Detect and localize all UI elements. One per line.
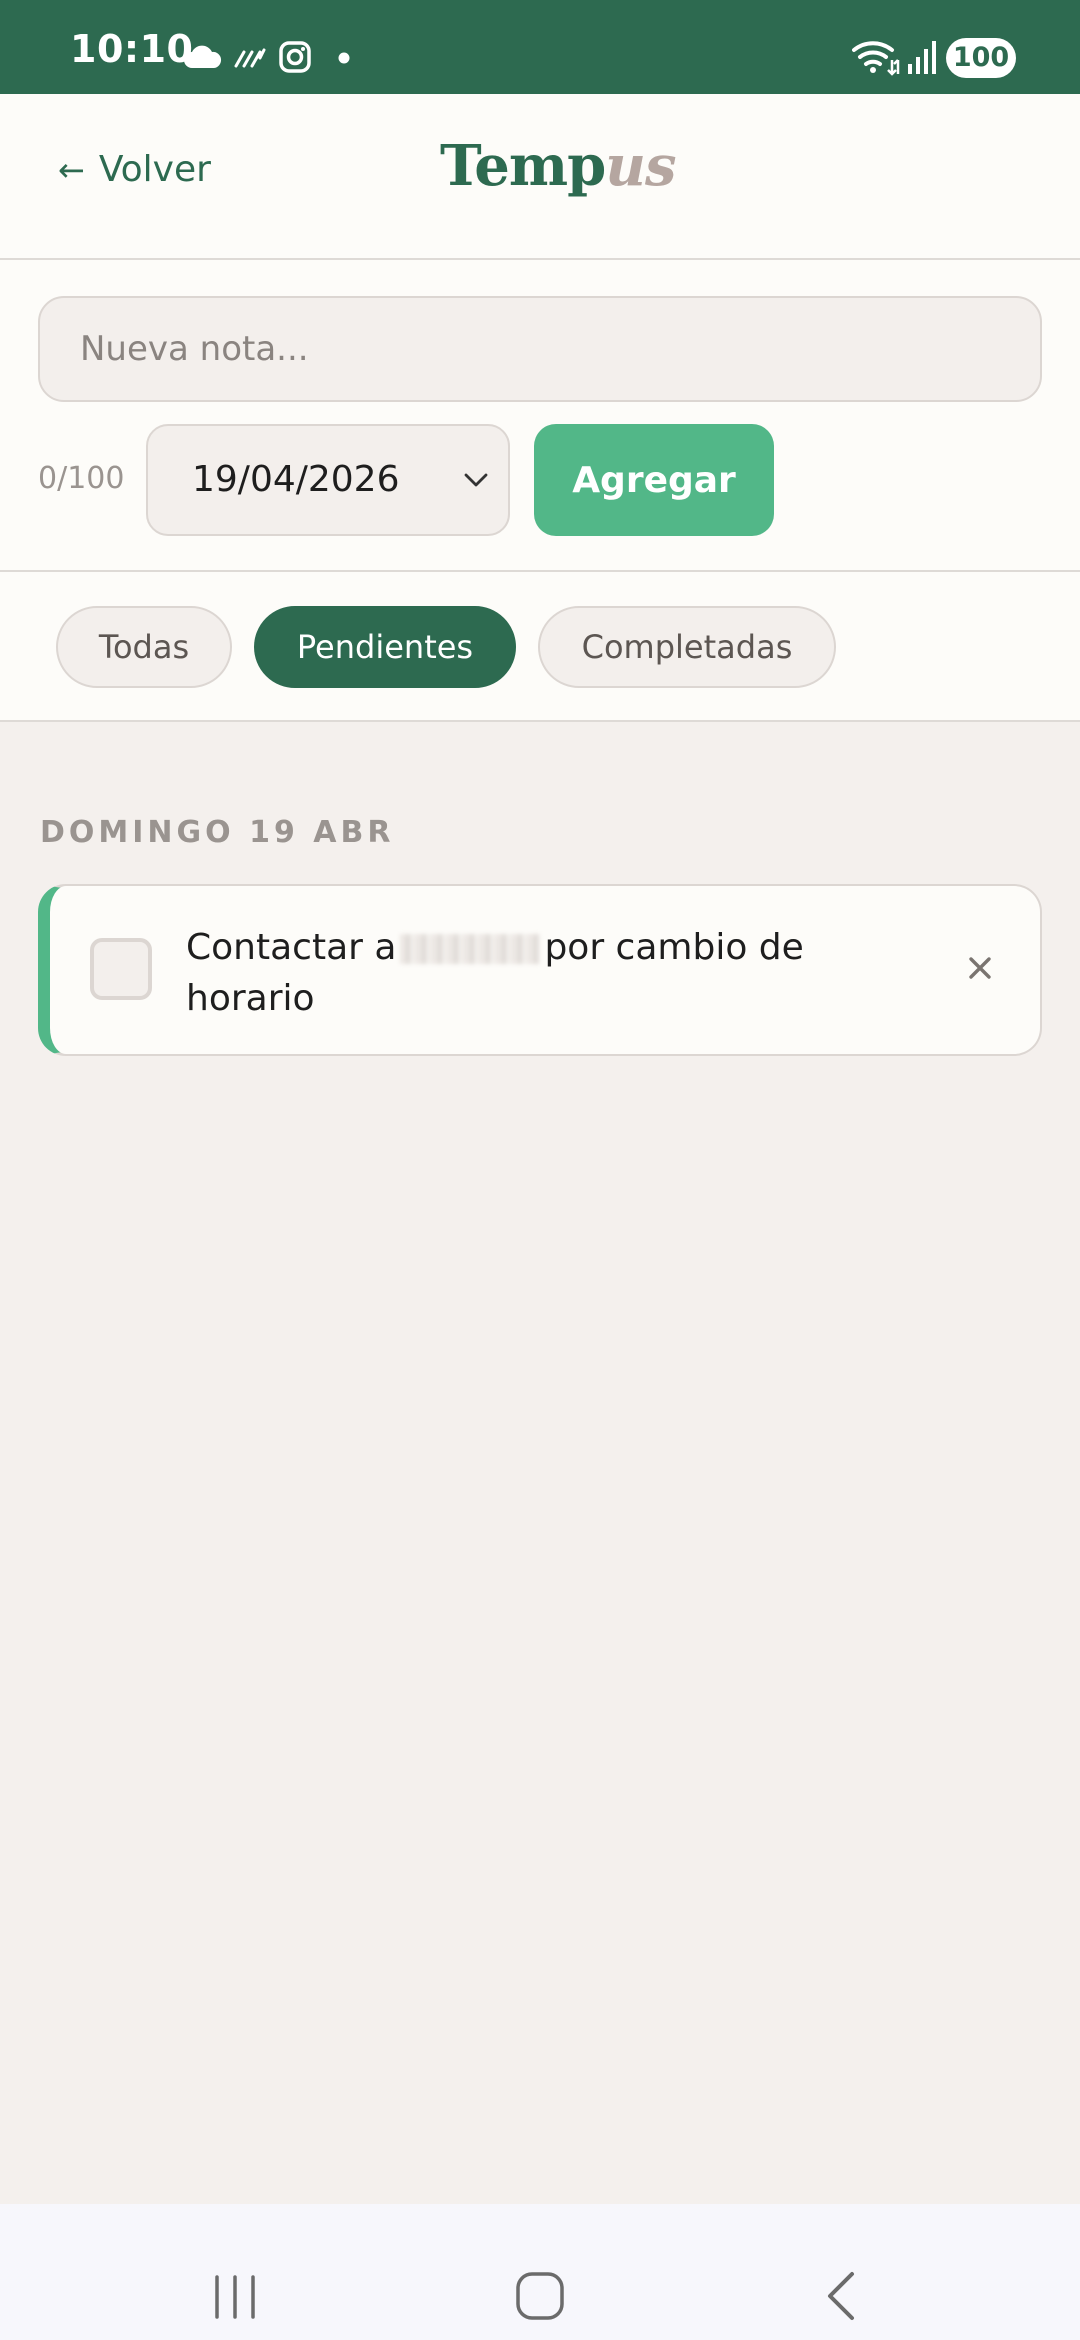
logo-part-1: Temp [440, 133, 606, 199]
redacted-name [400, 934, 541, 964]
task-checkbox[interactable] [90, 938, 152, 1000]
status-time: 10:10 [70, 27, 194, 71]
task-text: Contactar a por cambio de horario [186, 922, 866, 1024]
filter-tabs: Todas Pendientes Completadas [0, 572, 1080, 722]
date-group-header: DOMINGO 19 ABR [40, 815, 395, 850]
system-nav-bar [0, 2204, 1080, 2340]
date-value: 19/04/2026 [192, 459, 400, 500]
char-counter: 0/100 [38, 461, 125, 496]
chevron-down-icon [464, 473, 488, 487]
date-select[interactable]: 19/04/2026 [146, 424, 510, 536]
wifi-icon [852, 41, 900, 76]
app-logo: Tempus [440, 138, 677, 194]
recent-apps-icon[interactable] [212, 2274, 258, 2320]
battery-icon: 100 [946, 38, 1016, 78]
back-label: Volver [98, 149, 211, 190]
add-button[interactable]: Agregar [534, 424, 774, 536]
delete-icon[interactable] [966, 954, 994, 982]
filter-completadas[interactable]: Completadas [538, 606, 836, 688]
haze-icon [234, 48, 266, 68]
filter-pendientes[interactable]: Pendientes [254, 606, 516, 688]
logo-part-2: us [605, 133, 676, 199]
signal-icon [908, 41, 936, 74]
task-text-before: Contactar a [186, 927, 397, 968]
screen: 10:10 100 ← Volver Tempus Nueva nota... … [0, 0, 1080, 2340]
dot-icon [338, 52, 350, 64]
new-note-form: 0/100 19/04/2026 Agregar [0, 260, 1080, 572]
status-bar: 10:10 100 [0, 0, 1080, 94]
instagram-icon [279, 41, 311, 73]
back-button[interactable]: ← Volver [58, 152, 211, 188]
note-input[interactable] [38, 296, 1042, 402]
task-item: Contactar a por cambio de horario [38, 884, 1042, 1056]
cloud-icon [184, 45, 222, 68]
back-nav-icon[interactable] [822, 2270, 862, 2322]
back-arrow-icon: ← [58, 151, 85, 189]
home-icon[interactable] [514, 2270, 566, 2322]
app-header: ← Volver Tempus [0, 94, 1080, 260]
filter-todas[interactable]: Todas [56, 606, 232, 688]
